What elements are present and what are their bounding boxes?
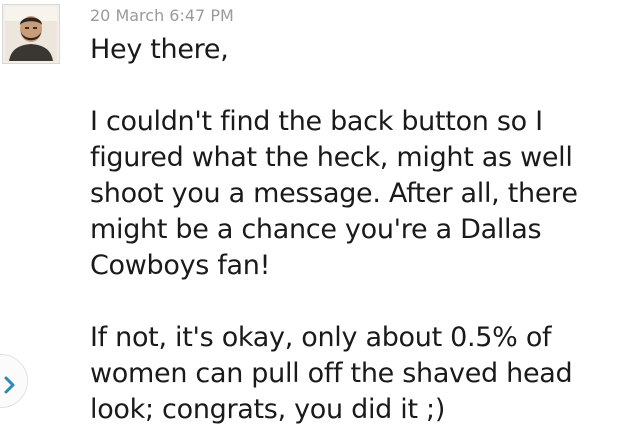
message-paragraph: Hey there, (90, 34, 229, 65)
avatar-photo (5, 7, 57, 61)
message-paragraph: If not, it's okay, only about 0.5% of wo… (90, 322, 573, 425)
avatar[interactable] (2, 4, 60, 64)
message-item: 20 March 6:47 PM Hey there, I couldn't f… (0, 0, 640, 425)
message-body: Hey there, I couldn't find the back butt… (90, 32, 635, 428)
chevron-right-icon (4, 376, 15, 394)
message-paragraph: I couldn't find the back button so I fig… (90, 106, 578, 281)
expand-button[interactable] (0, 354, 28, 408)
message-timestamp: 20 March 6:47 PM (90, 6, 234, 25)
